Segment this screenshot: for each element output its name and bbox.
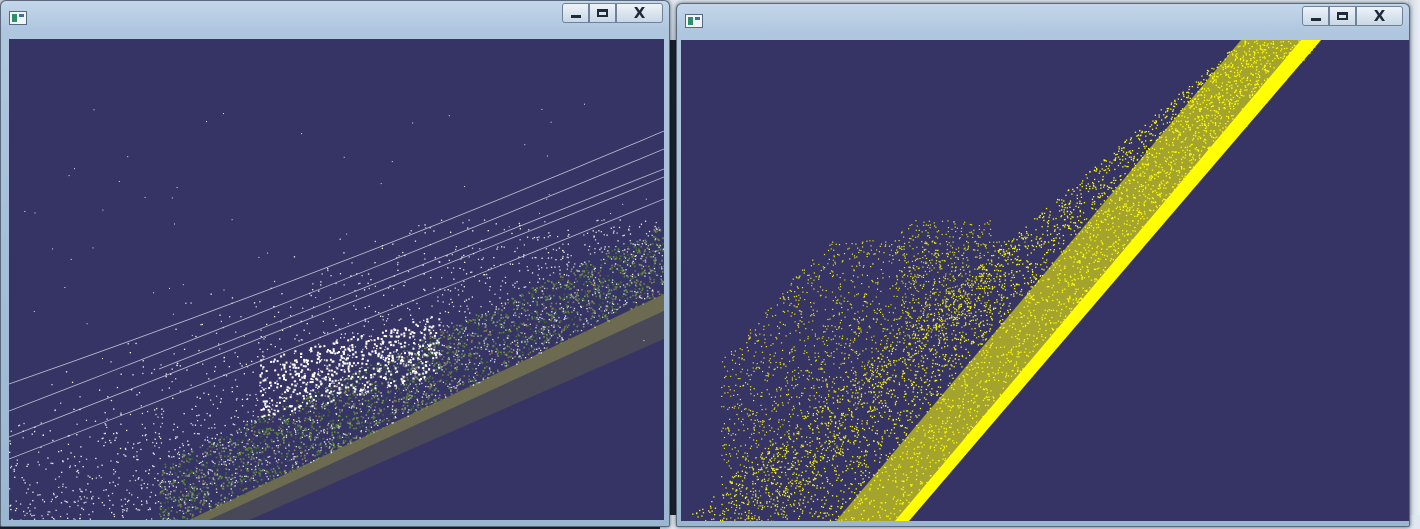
minimize-button[interactable] — [1302, 6, 1329, 26]
title-bar[interactable]: X — [677, 4, 1409, 38]
maximize-button[interactable] — [589, 3, 616, 23]
point-cloud-viewport[interactable] — [681, 40, 1409, 521]
title-bar[interactable]: X — [1, 1, 669, 35]
window-controls: X — [1302, 6, 1403, 28]
close-icon: X — [633, 4, 646, 22]
maximize-icon — [1337, 12, 1348, 20]
point-cloud-classified-window[interactable]: X — [676, 3, 1410, 527]
minimize-icon — [1310, 18, 1321, 21]
close-button[interactable]: X — [1356, 6, 1403, 26]
window-controls: X — [562, 3, 663, 25]
close-button[interactable]: X — [616, 3, 663, 23]
point-cloud-viewport[interactable] — [9, 39, 664, 520]
maximize-button[interactable] — [1329, 6, 1356, 26]
power-lines — [9, 130, 664, 460]
minimize-button[interactable] — [562, 3, 589, 23]
classified-point-cloud-render — [692, 40, 1321, 521]
point-cloud-rgb-window[interactable]: X — [0, 0, 670, 527]
close-icon: X — [1373, 7, 1386, 25]
maximize-icon — [597, 9, 608, 17]
rgb-point-cloud-render — [9, 103, 664, 520]
app-icon[interactable] — [9, 11, 27, 25]
ground-band — [836, 40, 1321, 521]
minimize-icon — [570, 15, 581, 18]
app-icon[interactable] — [685, 14, 703, 28]
